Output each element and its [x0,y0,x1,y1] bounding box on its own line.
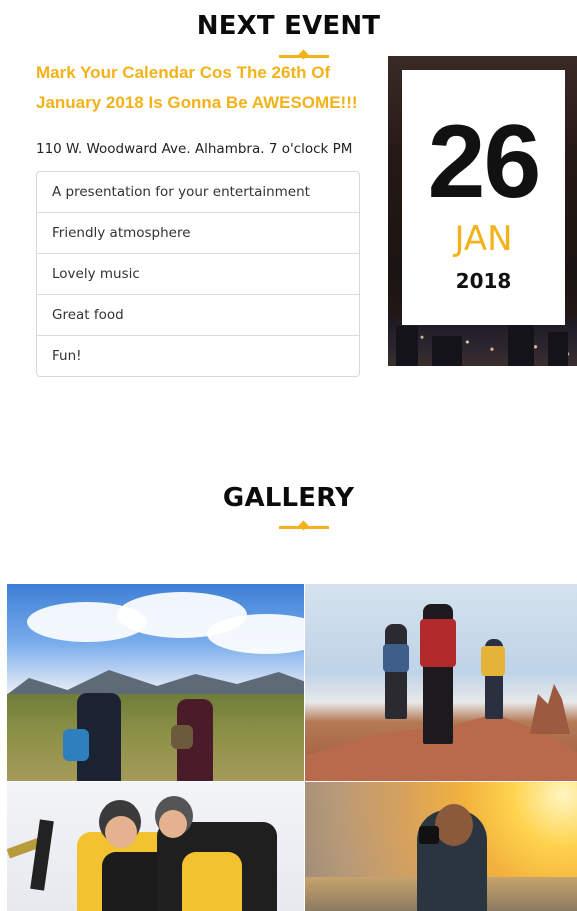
list-item: Friendly atmosphere [37,212,359,253]
gallery-title: GALLERY [222,483,355,513]
gallery-photo-skydivers[interactable] [7,782,304,911]
building-shape [432,336,462,366]
jumpsuit-panel [182,852,242,911]
backpack-shape [63,729,89,761]
face-shape [105,816,137,848]
event-date-card: 26 JAN 2018 [388,56,577,366]
date-year: 2018 [455,269,512,293]
person-shirt [481,646,505,676]
person-shirt [420,619,456,667]
person-shirt [383,644,409,672]
list-item: Fun! [37,335,359,376]
date-month: JAN [454,219,513,259]
camera-icon [419,826,439,844]
page: NEXT EVENT Mark Your Calendar Cos The 26… [0,0,577,911]
date-day: 26 [427,104,542,220]
list-item: Great food [37,294,359,335]
gallery-grid [7,584,577,911]
event-feature-list: A presentation for your entertainment Fr… [36,171,360,377]
list-item: Lovely music [37,253,359,294]
event-location: 110 W. Woodward Ave. Alhambra. 7 o'clock… [36,141,353,157]
underline-diamond-icon [298,520,309,531]
field-shape [7,694,304,781]
building-shape [396,326,418,366]
gallery-photo-hikers-mountains[interactable] [7,584,304,781]
building-shape [508,322,534,366]
date-panel: 26 JAN 2018 [402,70,565,325]
list-item: A presentation for your entertainment [52,184,310,200]
event-headline: Mark Your Calendar Cos The 26th Of Janua… [36,63,358,112]
gallery-photo-sunset-photographer[interactable] [305,782,577,911]
face-shape [159,810,187,838]
title-underline [279,520,329,531]
backpack-shape [171,725,193,749]
head-shape [435,804,473,846]
building-shape [548,332,568,366]
gallery-photo-red-rocks[interactable] [305,584,577,781]
next-event-title: NEXT EVENT [196,11,381,41]
